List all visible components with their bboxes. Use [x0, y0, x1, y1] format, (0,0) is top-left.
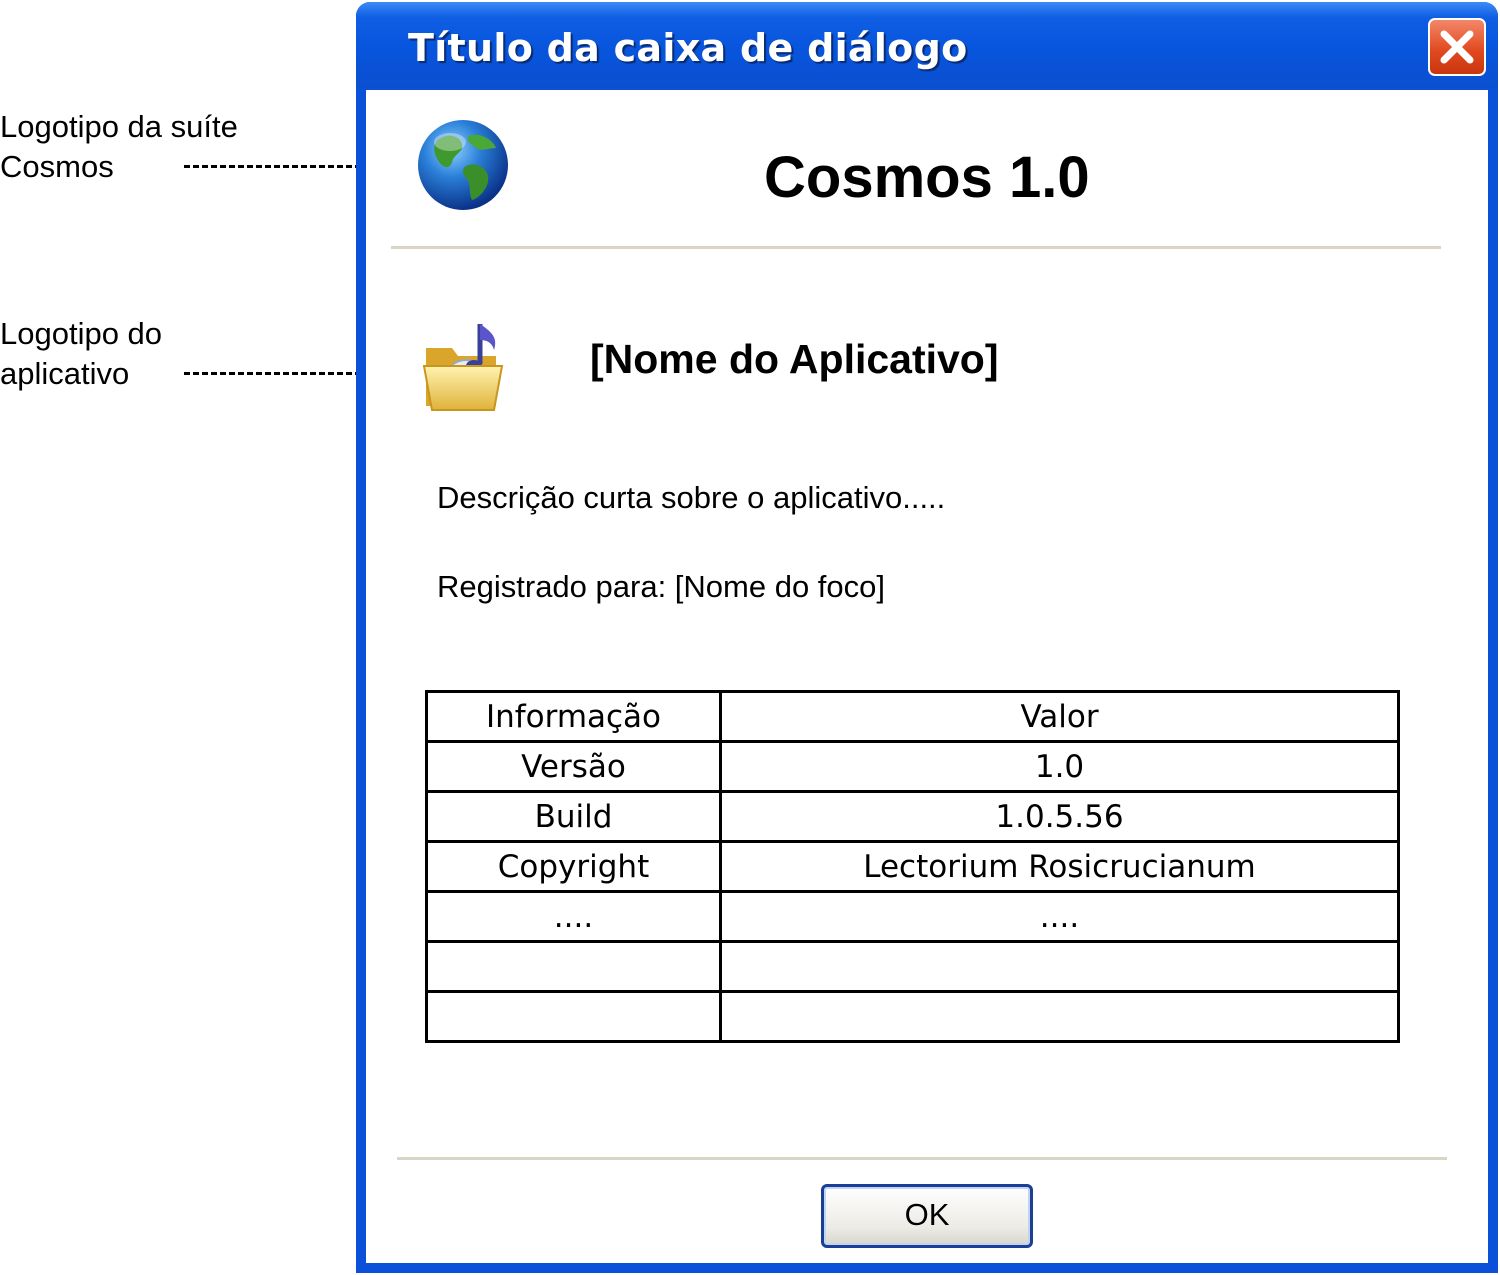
ok-button[interactable]: OK [821, 1184, 1033, 1248]
annotation-suite-logo: Logotipo da suíte Cosmos [0, 107, 238, 187]
table-header-cell: Valor [719, 690, 1400, 743]
table-cell: .... [425, 890, 722, 943]
annotation-app-logo: Logotipo do aplicativo [0, 314, 162, 394]
close-button[interactable] [1428, 18, 1486, 76]
dialog-title: Título da caixa de diálogo [408, 26, 968, 70]
table-cell: Build [425, 790, 722, 843]
annotation-suite-logo-line1: Logotipo da suíte [0, 109, 238, 144]
table-cell [719, 940, 1400, 993]
annotation-dashed-line [184, 165, 370, 168]
annotation-app-logo-line1: Logotipo do [0, 316, 163, 351]
title-bar[interactable]: Título da caixa de diálogo [356, 2, 1498, 88]
folder-music-icon [422, 324, 504, 411]
app-name: [Nome do Aplicativo] [590, 336, 999, 382]
table-row [425, 990, 1400, 1043]
globe-icon [418, 120, 508, 210]
table-row: Versão 1.0 [425, 740, 1400, 793]
table-row: Build 1.0.5.56 [425, 790, 1400, 843]
table-cell: 1.0 [719, 740, 1400, 793]
app-description: Descrição curta sobre o aplicativo..... [437, 480, 946, 515]
close-icon [1440, 30, 1474, 64]
table-cell: 1.0.5.56 [719, 790, 1400, 843]
table-header-row: Informação Valor [425, 690, 1400, 743]
dialog-window: Título da caixa de diálogo Cosmos 1.0 [N… [356, 2, 1498, 1273]
annotation-dashed-line [184, 372, 370, 375]
info-table: Informação Valor Versão 1.0 Build 1.0.5.… [425, 690, 1400, 1043]
header-separator [391, 246, 1441, 249]
dialog-client-area: Cosmos 1.0 [Nome do Aplicativo] Descriçã… [366, 90, 1488, 1263]
table-header-cell: Informação [425, 690, 722, 743]
table-row: Copyright Lectorium Rosicrucianum [425, 840, 1400, 893]
suite-title: Cosmos 1.0 [764, 145, 1090, 210]
table-row [425, 940, 1400, 993]
table-cell: Copyright [425, 840, 722, 893]
table-row: .... .... [425, 890, 1400, 943]
table-cell [719, 990, 1400, 1043]
annotation-app-logo-line2: aplicativo [0, 356, 130, 391]
table-cell: .... [719, 890, 1400, 943]
table-cell: Lectorium Rosicrucianum [719, 840, 1400, 893]
table-cell: Versão [425, 740, 722, 793]
registered-to: Registrado para: [Nome do foco] [437, 569, 886, 604]
footer-separator [397, 1157, 1447, 1160]
table-cell [425, 990, 722, 1043]
table-cell [425, 940, 722, 993]
